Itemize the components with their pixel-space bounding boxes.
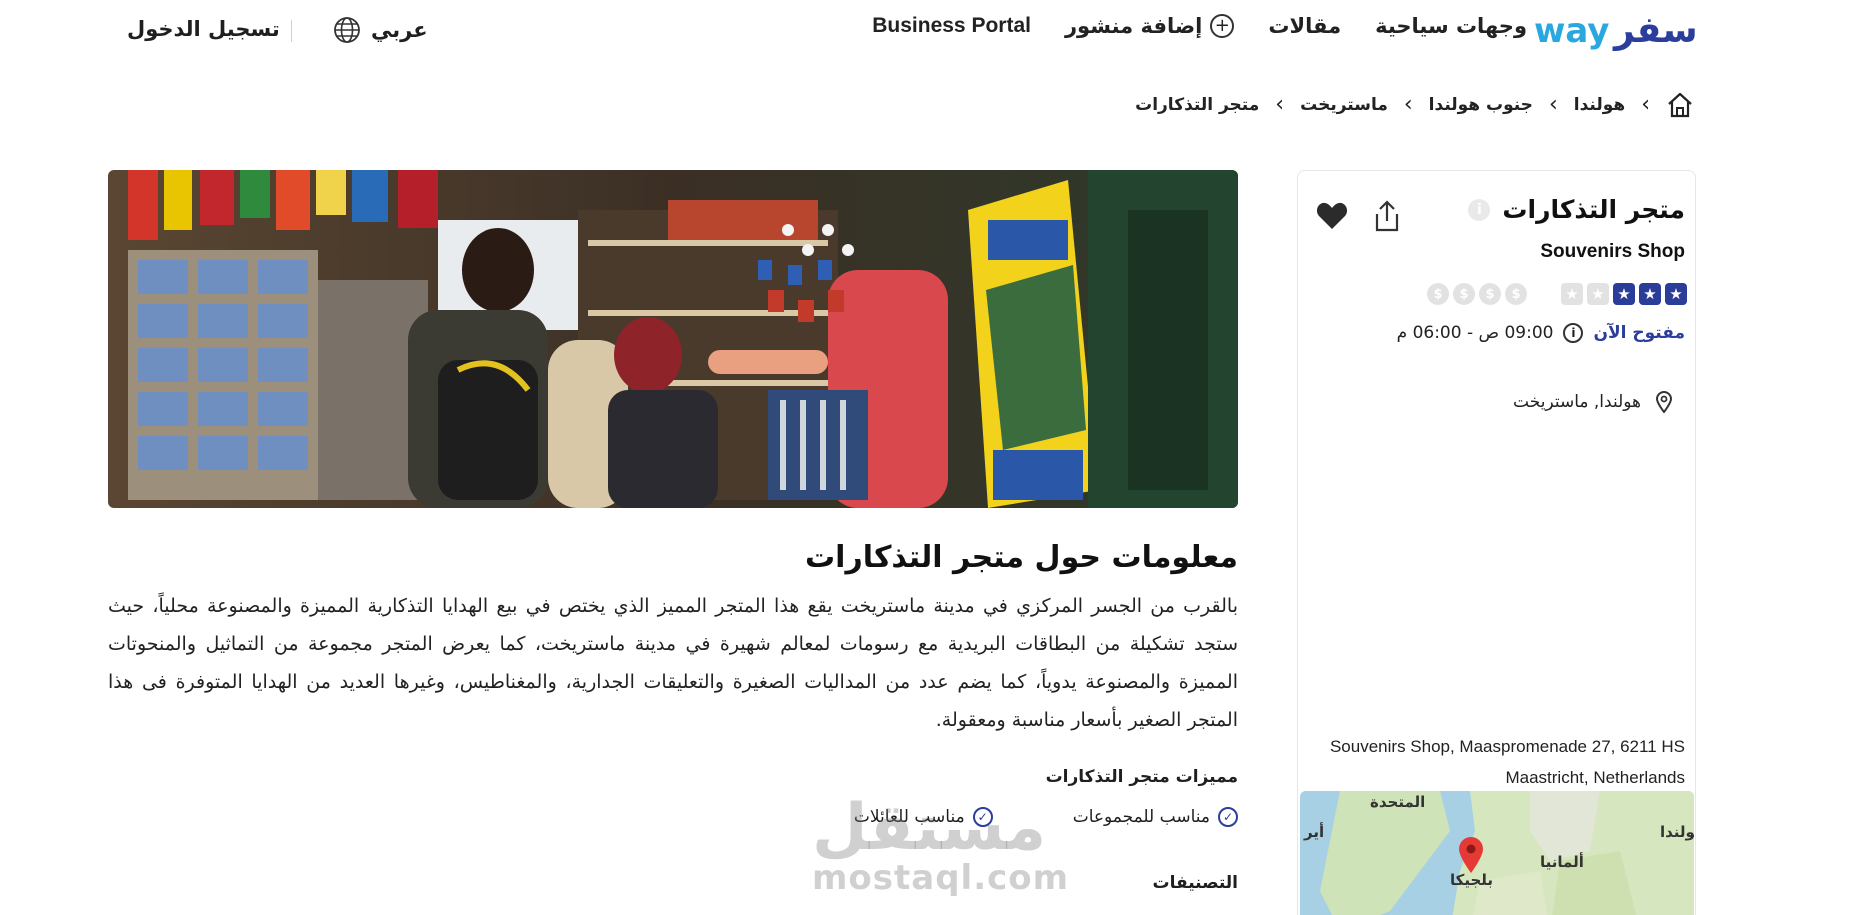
feature-label: مناسب للعائلات (853, 807, 965, 827)
full-address: Souvenirs Shop, Maaspromenade 27, 6211 H… (1329, 737, 1685, 787)
dollar-icon: $ (1505, 283, 1527, 305)
globe-icon (334, 17, 360, 43)
add-post-button[interactable]: + إضافة منشور (1064, 14, 1235, 38)
chevron-left-icon: ‹ (1403, 92, 1413, 117)
open-status: مفتوح الآن (1593, 323, 1685, 343)
header-divider (291, 20, 292, 42)
about-title: معلومات حول متجر التذكارات (805, 540, 1238, 575)
location-row: هولندا, ماستريخت (1513, 391, 1673, 413)
opening-hours: 09:00 ص - 06:00 م (1396, 323, 1554, 343)
breadcrumb: ‹ هولندا ‹ جنوب هولندا ‹ ماستريخت ‹ متجر… (1135, 91, 1694, 119)
place-title: متجر التذكارات (1502, 195, 1685, 224)
place-subtitle: Souvenirs Shop (1540, 241, 1685, 262)
main-content: معلومات حول متجر التذكارات بالقرب من الج… (108, 540, 1238, 893)
breadcrumb-current: متجر التذكارات (1135, 95, 1260, 115)
main-nav: وجهات سياحية مقالات + إضافة منشور Busine… (872, 14, 1527, 38)
rating-row: ★ ★ ★ ★ ★ $ $ $ $ (1427, 283, 1687, 305)
location-text: هولندا, ماستريخت (1513, 392, 1641, 412)
top-header: way سفر وجهات سياحية مقالات + إضافة منشو… (0, 0, 1849, 62)
svg-text:سفر: سفر (1612, 10, 1698, 51)
info-icon[interactable]: i (1468, 198, 1491, 221)
feature-label: مناسب للمجموعات (1072, 807, 1210, 827)
waysafar-logo[interactable]: way سفر (1532, 4, 1698, 58)
features-title: مميزات متجر التذكارات (1045, 767, 1238, 787)
map-graphic (1300, 791, 1694, 915)
breadcrumb-netherlands[interactable]: هولندا (1574, 95, 1625, 115)
add-post-label: إضافة منشور (1064, 14, 1203, 38)
star-icon: ★ (1665, 283, 1687, 305)
chevron-left-icon: ‹ (1275, 92, 1285, 117)
price-level: $ $ $ $ (1427, 283, 1527, 305)
map-label-uk: المتحدة (1370, 793, 1426, 811)
souvenir-shop-photo (108, 170, 1238, 508)
info-circle-icon[interactable]: i (1563, 323, 1584, 343)
chevron-left-icon: ‹ (1641, 92, 1650, 117)
star-icon: ★ (1613, 283, 1635, 305)
feature-item: ✓ مناسب للمجموعات (1073, 807, 1238, 827)
dollar-icon: $ (1479, 283, 1501, 305)
place-info-card: متجر التذكارات i Souvenirs Shop ★ ★ ★ ★ ★ $ $… (1297, 170, 1696, 915)
breadcrumb-maastricht[interactable]: ماستريخت (1300, 95, 1388, 115)
opening-hours-row: مفتوح الآن i 09:00 ص - 06:00 م (1397, 323, 1685, 343)
hero-image (108, 170, 1238, 508)
share-icon[interactable] (1372, 199, 1402, 233)
map-marker-icon (1459, 837, 1483, 873)
language-switcher[interactable]: عربي (333, 16, 428, 44)
about-body: بالقرب من الجسر المركزي في مدينة ماستريخ… (108, 595, 1238, 731)
star-rating: ★ ★ ★ ★ ★ (1561, 283, 1687, 305)
star-icon: ★ (1639, 283, 1661, 305)
heart-icon[interactable] (1316, 201, 1348, 231)
categories-title: التصنيفات (1152, 873, 1238, 893)
star-icon: ★ (1561, 283, 1583, 305)
card-title-row: متجر التذكارات i (1468, 195, 1685, 224)
map-label-germany: ألمانيا (1540, 853, 1584, 871)
svg-text:way: way (1534, 11, 1609, 51)
location-map[interactable]: المتحدة هولندا ألمانيا بلجيكا أير (1300, 791, 1694, 915)
features-list: ✓ مناسب للمجموعات ✓ مناسب للعائلات (108, 807, 1238, 827)
nav-destinations[interactable]: وجهات سياحية (1375, 14, 1527, 38)
feature-item: ✓ مناسب للعائلات (854, 807, 993, 827)
dollar-icon: $ (1453, 283, 1475, 305)
dollar-icon: $ (1427, 283, 1449, 305)
star-icon: ★ (1587, 283, 1609, 305)
breadcrumb-south-holland[interactable]: جنوب هولندا (1429, 95, 1533, 115)
language-label: عربي (371, 18, 428, 42)
location-pin-icon (1655, 391, 1673, 413)
map-label-netherlands: هولندا (1660, 823, 1694, 841)
nav-business-portal[interactable]: Business Portal (872, 14, 1031, 38)
check-circle-icon: ✓ (1218, 807, 1238, 827)
chevron-left-icon: ‹ (1548, 92, 1558, 117)
home-icon[interactable] (1666, 91, 1694, 119)
check-circle-icon: ✓ (972, 807, 993, 827)
login-button[interactable]: تسجيل الدخول (127, 17, 280, 41)
plus-circle-icon: + (1210, 14, 1235, 38)
map-label-ireland: أير (1304, 823, 1325, 841)
nav-articles[interactable]: مقالات (1268, 14, 1341, 38)
